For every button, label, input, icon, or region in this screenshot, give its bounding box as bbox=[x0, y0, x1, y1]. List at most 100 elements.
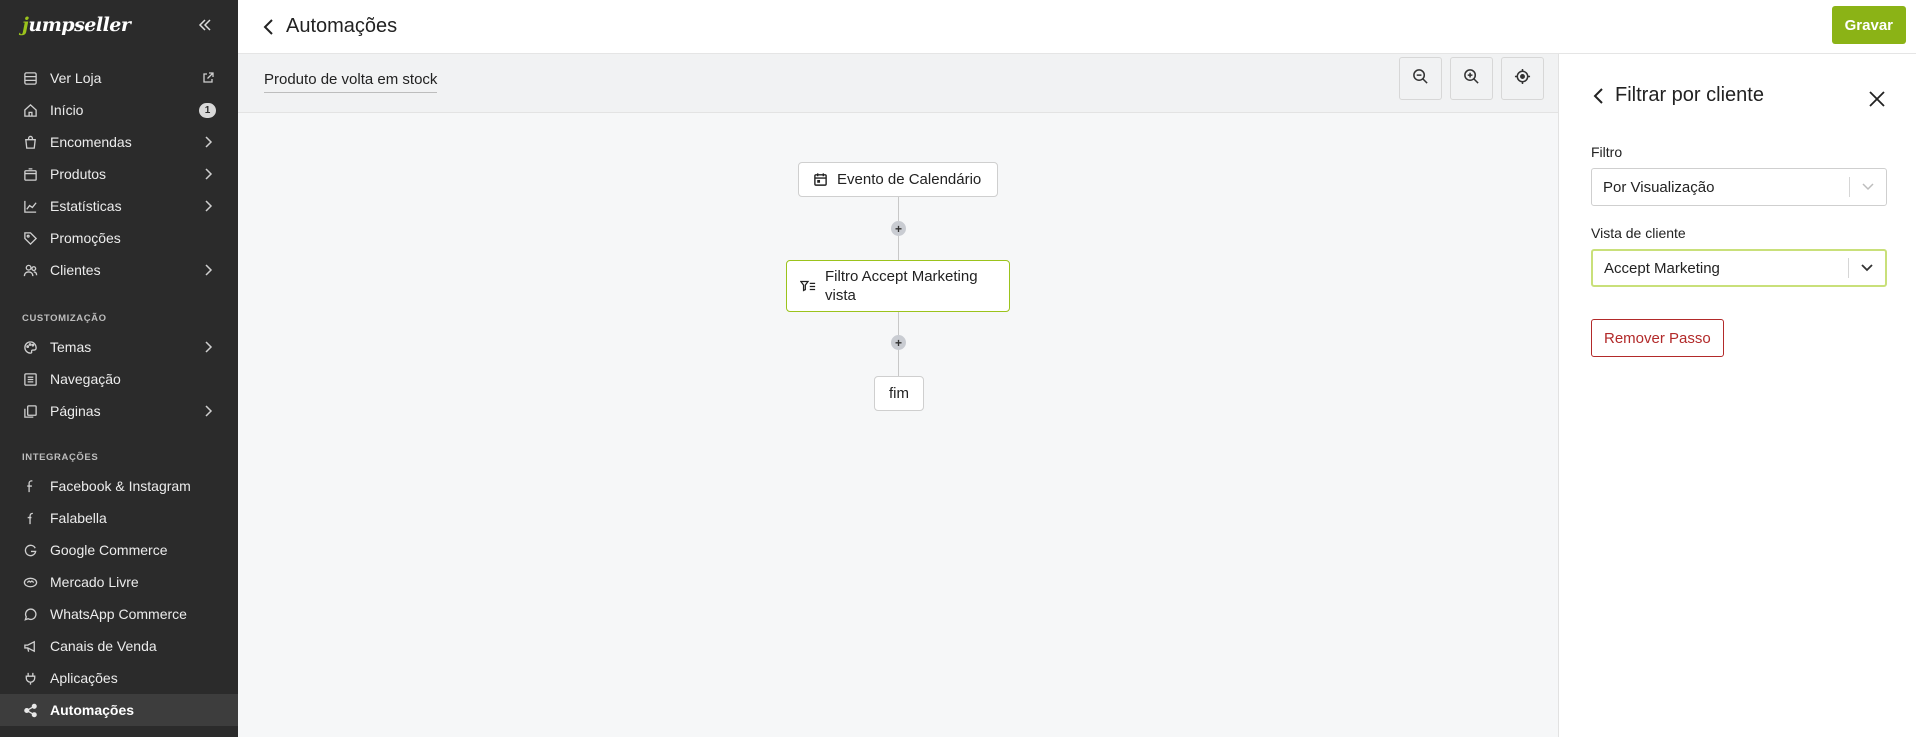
chevron-down-icon bbox=[1849, 264, 1885, 272]
sidebar-item-label: Ver Loja bbox=[50, 70, 102, 86]
palette-icon bbox=[22, 339, 38, 355]
sidebar-item-facebook-instagram[interactable]: Facebook & Instagram bbox=[0, 470, 238, 502]
sidebar-item-label: Aplicações bbox=[50, 670, 118, 686]
box-icon bbox=[22, 166, 38, 182]
page-title: Automações bbox=[286, 15, 398, 37]
add-step-button[interactable]: + bbox=[891, 335, 906, 350]
sidebar-item-whatsapp-commerce[interactable]: WhatsApp Commerce bbox=[0, 598, 238, 630]
panel-header: Filtrar por cliente bbox=[1589, 84, 1764, 107]
crosshair-icon bbox=[1514, 68, 1531, 90]
back-link[interactable]: Automações bbox=[260, 15, 397, 38]
chevron-right-icon bbox=[200, 166, 216, 182]
close-icon[interactable] bbox=[1866, 88, 1888, 110]
top-header: Automações Gravar bbox=[238, 0, 1916, 54]
collapse-sidebar-icon[interactable] bbox=[194, 14, 216, 36]
zoom-controls bbox=[1399, 57, 1544, 100]
sidebar-item-label: Facebook & Instagram bbox=[50, 478, 191, 494]
automation-name-field[interactable]: Produto de volta em stock bbox=[264, 71, 438, 93]
sidebar-item-label: Falabella bbox=[50, 510, 107, 526]
flow-node-label: fim bbox=[889, 385, 909, 402]
sidebar-item-promocoes[interactable]: Promoções bbox=[0, 222, 238, 254]
sidebar-item-encomendas[interactable]: Encomendas bbox=[0, 126, 238, 158]
bag-icon bbox=[22, 134, 38, 150]
sidebar-item-temas[interactable]: Temas bbox=[0, 331, 238, 363]
sidebar-item-paginas[interactable]: Páginas bbox=[0, 395, 238, 427]
chevron-left-icon bbox=[260, 18, 278, 36]
chevron-left-icon[interactable] bbox=[1589, 86, 1609, 106]
zoom-out-icon bbox=[1412, 68, 1429, 90]
sidebar-item-label: Início bbox=[50, 102, 84, 118]
share-icon bbox=[22, 702, 38, 718]
sidebar-item-inicio[interactable]: Início 1 bbox=[0, 94, 238, 126]
sidebar-item-label: WhatsApp Commerce bbox=[50, 606, 187, 622]
sidebar-item-label: Temas bbox=[50, 339, 92, 355]
sidebar-nav-customization: Temas Navegação Páginas bbox=[0, 331, 238, 427]
center-view-button[interactable] bbox=[1501, 57, 1544, 100]
sidebar-item-ver-loja[interactable]: Ver Loja bbox=[0, 62, 238, 94]
home-icon bbox=[22, 102, 38, 118]
whatsapp-icon bbox=[22, 606, 38, 622]
sidebar-item-navegacao[interactable]: Navegação bbox=[0, 363, 238, 395]
pages-icon bbox=[22, 403, 38, 419]
sidebar-item-produtos[interactable]: Produtos bbox=[0, 158, 238, 190]
sidebar-item-label: Mercado Livre bbox=[50, 574, 139, 590]
sidebar: jumpseller Ver Loja Início 1 Encomendas … bbox=[0, 0, 238, 737]
zoom-in-icon bbox=[1463, 68, 1480, 90]
sidebar-header: jumpseller bbox=[0, 0, 238, 50]
facebook-icon bbox=[22, 478, 38, 494]
sidebar-item-label: Produtos bbox=[50, 166, 107, 182]
list-icon bbox=[22, 371, 38, 387]
sidebar-item-automacoes[interactable]: Automações bbox=[0, 694, 238, 726]
flow-node-event[interactable]: Evento de Calendário bbox=[798, 162, 998, 197]
filter-label: Filtro bbox=[1591, 144, 1623, 160]
remove-step-button[interactable]: Remover Passo bbox=[1591, 319, 1724, 357]
chevron-right-icon bbox=[200, 134, 216, 150]
sidebar-item-label: Páginas bbox=[50, 403, 101, 419]
section-label-integrations: INTEGRAÇÕES bbox=[22, 451, 99, 463]
filter-select[interactable]: Por Visualização bbox=[1591, 168, 1887, 206]
sidebar-item-label: Clientes bbox=[50, 262, 101, 278]
sidebar-item-falabella[interactable]: Falabella bbox=[0, 502, 238, 534]
automation-canvas[interactable]: Evento de Calendário + Filtro Accept Mar… bbox=[238, 113, 1558, 737]
chevron-right-icon bbox=[200, 198, 216, 214]
flow-node-label: Filtro Accept Marketing vista bbox=[825, 268, 978, 304]
google-icon bbox=[22, 542, 38, 558]
sidebar-item-aplicacoes[interactable]: Aplicações bbox=[0, 662, 238, 694]
logo-text: umpseller bbox=[28, 14, 131, 36]
customer-view-select-value: Accept Marketing bbox=[1604, 259, 1720, 277]
sidebar-item-google-commerce[interactable]: Google Commerce bbox=[0, 534, 238, 566]
logo[interactable]: jumpseller bbox=[22, 14, 131, 36]
chevron-right-icon bbox=[200, 262, 216, 278]
chevron-right-icon bbox=[200, 403, 216, 419]
filter-list-icon bbox=[799, 277, 817, 295]
chevron-right-icon bbox=[200, 339, 216, 355]
flow-node-end[interactable]: fim bbox=[874, 376, 924, 411]
external-link-icon bbox=[200, 70, 216, 86]
sidebar-item-mercado-livre[interactable]: Mercado Livre bbox=[0, 566, 238, 598]
store-icon bbox=[22, 70, 38, 86]
customer-view-label: Vista de cliente bbox=[1591, 225, 1686, 241]
sidebar-item-label: Promoções bbox=[50, 230, 121, 246]
sidebar-item-label: Canais de Venda bbox=[50, 638, 157, 654]
sidebar-item-label: Encomendas bbox=[50, 134, 132, 150]
zoom-in-button[interactable] bbox=[1450, 57, 1493, 100]
panel-title: Filtrar por cliente bbox=[1615, 84, 1764, 106]
sidebar-item-label: Navegação bbox=[50, 371, 121, 387]
handshake-icon bbox=[22, 574, 38, 590]
chart-icon bbox=[22, 198, 38, 214]
add-step-button[interactable]: + bbox=[891, 221, 906, 236]
sidebar-nav-main: Ver Loja Início 1 Encomendas Produtos Es… bbox=[0, 62, 238, 286]
sidebar-item-label: Automações bbox=[50, 702, 135, 718]
chevron-down-icon bbox=[1850, 183, 1886, 191]
customer-view-select[interactable]: Accept Marketing bbox=[1591, 249, 1887, 287]
sidebar-item-clientes[interactable]: Clientes bbox=[0, 254, 238, 286]
zoom-out-button[interactable] bbox=[1399, 57, 1442, 100]
flow-node-filter[interactable]: Filtro Accept Marketing vista bbox=[786, 260, 1010, 312]
sidebar-item-label: Estatísticas bbox=[50, 198, 122, 214]
canvas-toolbar: Produto de volta em stock bbox=[238, 54, 1558, 113]
save-button[interactable]: Gravar bbox=[1831, 6, 1906, 44]
sidebar-item-estatisticas[interactable]: Estatísticas bbox=[0, 190, 238, 222]
tag-icon bbox=[22, 230, 38, 246]
notification-badge: 1 bbox=[199, 102, 216, 118]
sidebar-item-canais-de-venda[interactable]: Canais de Venda bbox=[0, 630, 238, 662]
